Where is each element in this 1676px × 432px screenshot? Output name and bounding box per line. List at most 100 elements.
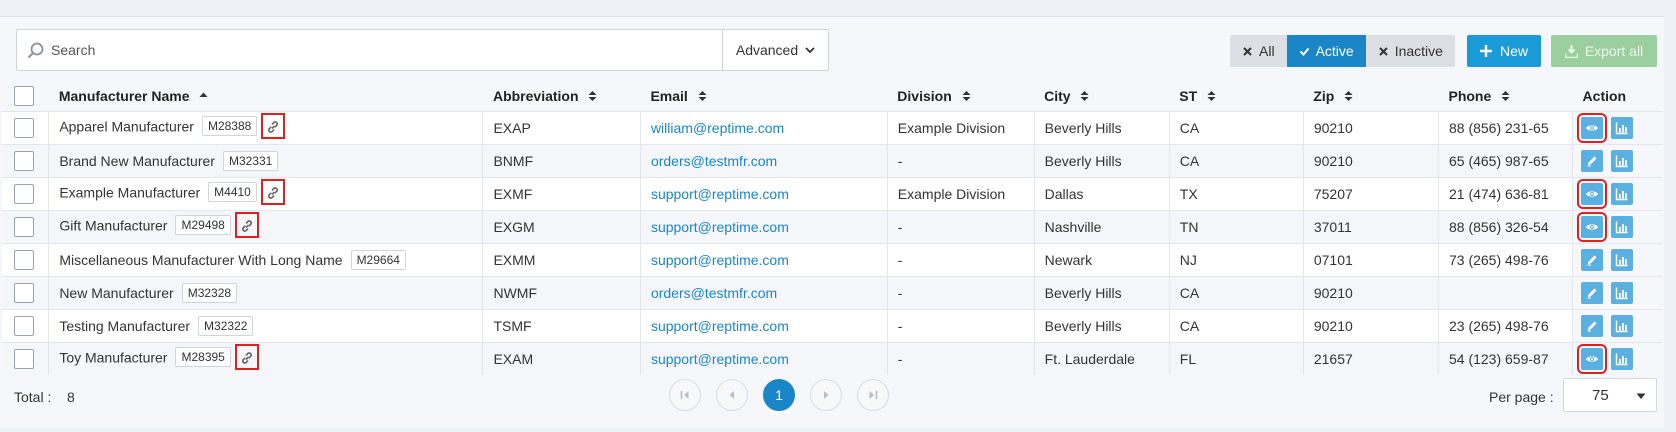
- row-checkbox[interactable]: [14, 249, 34, 270]
- row-checkbox[interactable]: [14, 183, 34, 204]
- per-page-select[interactable]: 75: [1563, 378, 1657, 412]
- bar-chart-icon: [1615, 353, 1629, 369]
- pagination: 1: [669, 379, 889, 411]
- link-icon[interactable]: [261, 112, 286, 139]
- view-button[interactable]: [1577, 178, 1608, 209]
- sort-icon: [698, 90, 707, 101]
- cell-email: support@reptime.com: [640, 209, 888, 243]
- cell-email: orders@testmfr.com: [640, 275, 888, 309]
- view-button[interactable]: [1577, 211, 1608, 242]
- cell-actions: [1572, 341, 1662, 375]
- edit-button[interactable]: [1581, 281, 1604, 304]
- email-link[interactable]: orders@testmfr.com: [651, 285, 777, 301]
- view-icon: [1585, 122, 1599, 138]
- link-icon[interactable]: [260, 178, 285, 205]
- row-checkbox[interactable]: [14, 150, 34, 171]
- filter-inactive-label: Inactive: [1394, 43, 1443, 59]
- report-button[interactable]: [1611, 215, 1634, 238]
- row-checkbox[interactable]: [14, 282, 34, 303]
- report-button[interactable]: [1611, 182, 1634, 205]
- cell-state: FL: [1169, 341, 1304, 375]
- cell-zip: 07101: [1303, 242, 1439, 276]
- cell-city: Beverly Hills: [1034, 110, 1170, 144]
- col-header-city[interactable]: City: [1034, 81, 1170, 111]
- manufacturer-code-badge: M32331: [222, 150, 279, 171]
- row-checkbox-cell: [2, 110, 50, 144]
- report-button[interactable]: [1611, 314, 1634, 337]
- cell-division: -: [887, 275, 1035, 309]
- filter-inactive-button[interactable]: Inactive: [1365, 35, 1455, 67]
- row-checkbox[interactable]: [14, 216, 34, 237]
- col-division-label: Division: [897, 87, 952, 104]
- row-checkbox[interactable]: [14, 315, 34, 336]
- edit-button[interactable]: [1581, 248, 1604, 271]
- bar-chart-icon: [1615, 188, 1629, 204]
- link-icon[interactable]: [234, 343, 259, 370]
- link-icon[interactable]: [234, 211, 259, 238]
- edit-button[interactable]: [1581, 149, 1604, 172]
- view-button[interactable]: [1577, 112, 1608, 143]
- col-header-phone[interactable]: Phone: [1438, 81, 1573, 111]
- view-icon: [1585, 353, 1599, 369]
- download-icon: [1564, 44, 1578, 58]
- select-all-checkbox[interactable]: [14, 85, 34, 106]
- manufacturer-name: Testing Manufacturer: [59, 317, 191, 334]
- row-checkbox[interactable]: [14, 348, 34, 369]
- report-button[interactable]: [1611, 149, 1634, 172]
- table-row: Gift Manufacturer M29498 EXGM support@repti…: [2, 209, 1662, 243]
- export-all-button[interactable]: Export all: [1551, 35, 1657, 67]
- row-checkbox-cell: [2, 143, 50, 177]
- filter-all-button[interactable]: All: [1230, 35, 1287, 67]
- check-icon: [1299, 47, 1309, 56]
- email-link[interactable]: support@reptime.com: [651, 186, 789, 202]
- col-header-action: Action: [1572, 81, 1662, 111]
- email-link[interactable]: support@reptime.com: [651, 351, 789, 367]
- search-input[interactable]: [51, 30, 731, 70]
- email-link[interactable]: william@reptime.com: [651, 120, 784, 136]
- filter-active-button[interactable]: Active: [1286, 35, 1366, 67]
- cell-abbreviation: EXAM: [482, 341, 641, 375]
- report-button[interactable]: [1611, 116, 1634, 139]
- col-st-label: ST: [1179, 87, 1198, 104]
- report-button[interactable]: [1611, 281, 1634, 304]
- bar-chart-icon: [1615, 221, 1629, 237]
- cell-city: Dallas: [1034, 176, 1170, 210]
- manufacturers-panel: Advanced All Active Inactive New: [0, 16, 1664, 428]
- plus-icon: [1479, 45, 1492, 57]
- next-page-button[interactable]: [810, 379, 842, 411]
- edit-button[interactable]: [1581, 314, 1604, 337]
- col-header-division[interactable]: Division: [887, 81, 1035, 111]
- advanced-search-button[interactable]: Advanced: [722, 30, 829, 70]
- prev-page-button[interactable]: [716, 379, 748, 411]
- cell-actions: [1572, 308, 1662, 342]
- email-link[interactable]: support@reptime.com: [651, 252, 789, 268]
- row-checkbox[interactable]: [14, 117, 34, 138]
- last-page-button[interactable]: [857, 379, 889, 411]
- email-link[interactable]: support@reptime.com: [651, 318, 789, 334]
- email-link[interactable]: orders@testmfr.com: [651, 153, 777, 169]
- col-header-name[interactable]: Manufacturer Name: [48, 81, 483, 111]
- view-button[interactable]: [1577, 343, 1608, 374]
- new-button[interactable]: New: [1467, 35, 1541, 67]
- close-icon: [1243, 46, 1252, 56]
- report-button[interactable]: [1611, 347, 1634, 370]
- cell-state: CA: [1169, 308, 1304, 342]
- col-header-abbreviation[interactable]: Abbreviation: [482, 81, 641, 111]
- col-header-zip[interactable]: Zip: [1303, 81, 1439, 111]
- email-link[interactable]: support@reptime.com: [651, 219, 789, 235]
- cell-name: Miscellaneous Manufacturer With Long Nam…: [48, 242, 484, 276]
- cell-phone: 88 (856) 326-54: [1438, 209, 1574, 243]
- col-header-st[interactable]: ST: [1169, 81, 1304, 111]
- col-header-email[interactable]: Email: [640, 81, 888, 111]
- cell-email: support@reptime.com: [640, 242, 888, 276]
- report-button[interactable]: [1611, 248, 1634, 271]
- page-1-button[interactable]: 1: [763, 379, 795, 411]
- close-icon: [1378, 46, 1388, 56]
- first-page-button[interactable]: [669, 379, 701, 411]
- bar-chart-icon: [1615, 254, 1629, 270]
- cell-zip: 37011: [1303, 209, 1439, 243]
- cell-division: -: [887, 242, 1035, 276]
- cell-city: Beverly Hills: [1034, 275, 1170, 309]
- table-row: Miscellaneous Manufacturer With Long Nam…: [2, 242, 1662, 276]
- cell-phone: [1438, 275, 1574, 309]
